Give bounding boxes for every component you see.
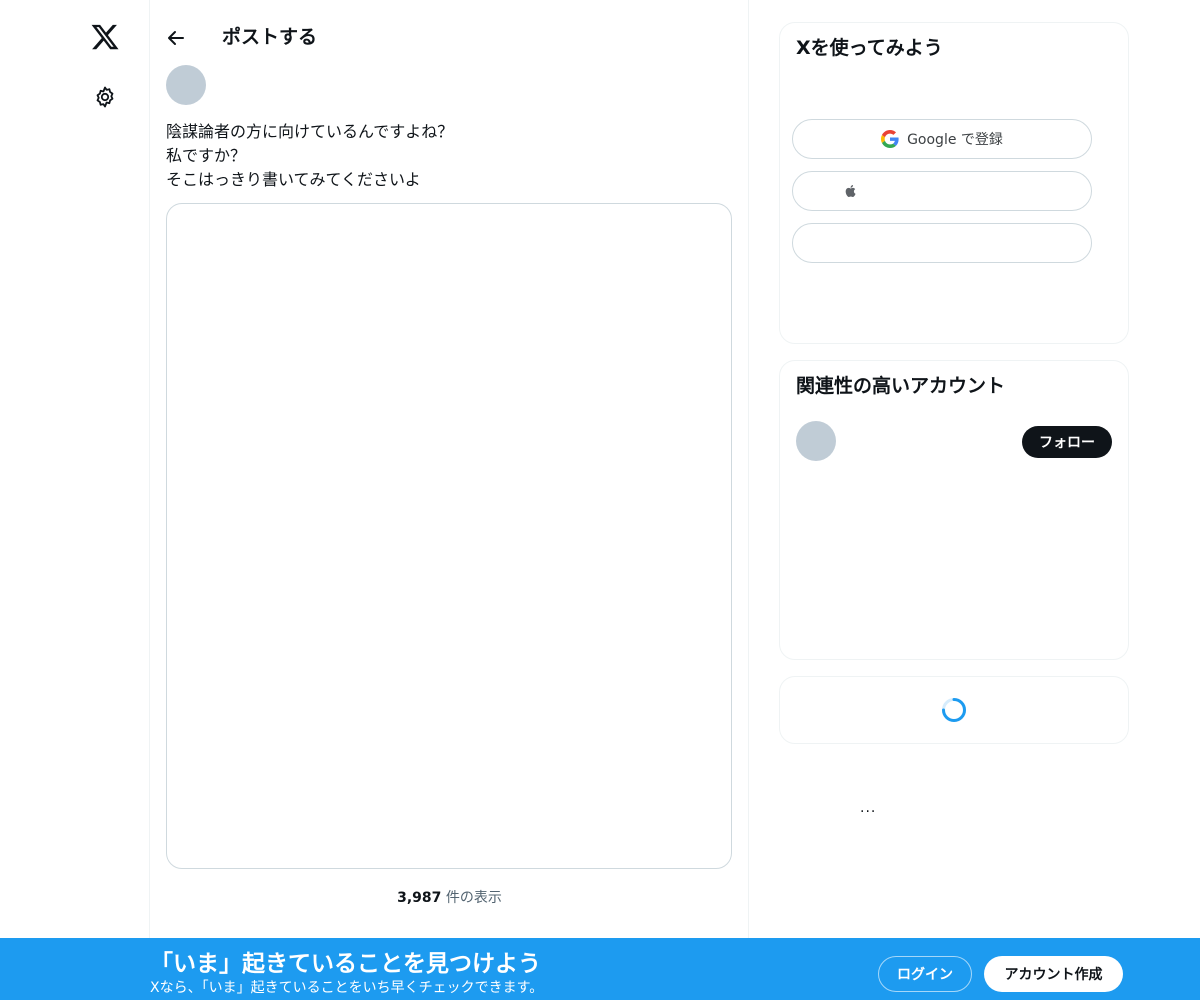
related-accounts-card: 関連性の高いアカウント フォロー <box>779 360 1129 660</box>
banner-headline: 「いま」起きていることを見つけよう <box>150 951 541 977</box>
apple-icon <box>845 184 856 198</box>
bottom-signup-banner: 「いま」起きていることを見つけよう Xなら、「いま」起きていることをいち早くチェ… <box>0 938 1200 1000</box>
embedded-media-card[interactable] <box>166 203 732 869</box>
banner-subline: Xなら、「いま」起きていることをいち早くチェックできます。 <box>150 980 544 996</box>
create-account-button[interactable]: アカウント作成 <box>984 956 1123 992</box>
google-signup-label: Google で登録 <box>907 132 1003 148</box>
main-column: ポストする 陰謀論者の方に向けているんですよね？ 私ですか？ そこはっきり書いて… <box>150 0 749 1000</box>
view-count-label: 件の表示 <box>441 890 502 906</box>
more-menu[interactable]: ... <box>860 800 876 816</box>
x-logo-icon[interactable] <box>90 22 120 52</box>
signup-card-title: Xを使ってみよう <box>796 37 943 59</box>
login-button[interactable]: ログイン <box>878 956 972 992</box>
left-nav <box>78 0 150 1000</box>
post-text-line: 陰謀論者の方に向けているんですよね？ <box>166 122 454 141</box>
apple-signup-button[interactable] <box>792 171 1092 211</box>
related-accounts-title: 関連性の高いアカウント <box>796 375 1006 397</box>
google-signup-button[interactable]: Google で登録 <box>792 119 1092 159</box>
account-signup-button[interactable] <box>792 223 1092 263</box>
loading-card <box>779 676 1129 744</box>
related-account-avatar[interactable] <box>796 421 836 461</box>
arrow-left-icon[interactable] <box>164 26 188 50</box>
view-count: 3,987 件の表示 <box>150 887 749 907</box>
post-text-line: 私ですか？ <box>166 146 247 165</box>
signup-card: Xを使ってみよう Google で登録 <box>779 22 1129 344</box>
gear-icon[interactable] <box>93 85 117 109</box>
view-count-number: 3,987 <box>397 890 442 906</box>
post-text-line: そこはっきり書いてみてくださいよ <box>166 170 421 189</box>
page-title: ポストする <box>222 26 318 48</box>
post-text: 陰謀論者の方に向けているんですよね？ 私ですか？ そこはっきり書いてみてください… <box>166 120 726 192</box>
follow-button[interactable]: フォロー <box>1022 426 1112 458</box>
loading-spinner-icon <box>942 698 966 722</box>
author-avatar[interactable] <box>166 65 206 105</box>
google-icon <box>881 130 899 148</box>
